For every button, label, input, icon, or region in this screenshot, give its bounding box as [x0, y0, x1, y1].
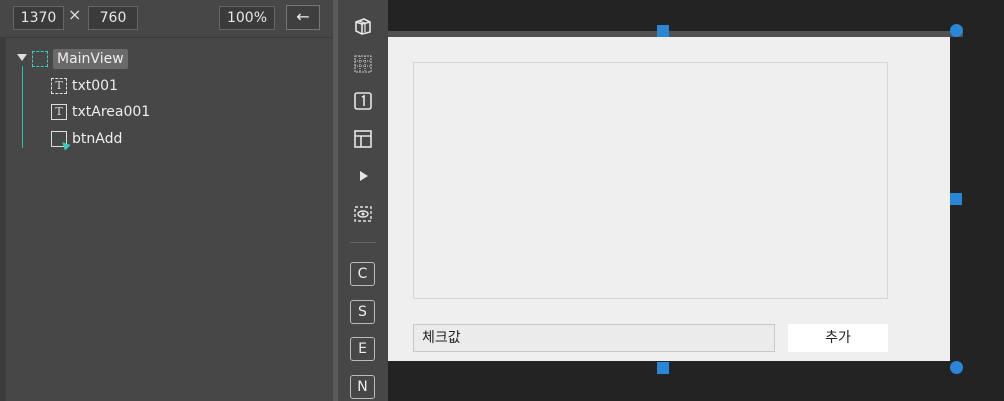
zoom-input[interactable]: 100%: [219, 6, 275, 30]
layers-icon[interactable]: [351, 14, 375, 38]
page-number-icon[interactable]: [351, 89, 375, 113]
tool-c-button[interactable]: C: [350, 262, 375, 286]
resize-handle-bottom[interactable]: [657, 362, 669, 374]
width-input[interactable]: 1370: [13, 6, 64, 30]
resize-handle-right[interactable]: [950, 193, 962, 205]
text-area[interactable]: [413, 62, 888, 299]
grid-icon[interactable]: [351, 52, 375, 76]
add-button[interactable]: 추가: [788, 324, 888, 352]
preview-icon[interactable]: [351, 202, 375, 226]
times-label: ×: [68, 5, 82, 24]
resize-handle-top[interactable]: [657, 25, 669, 37]
tool-e-button[interactable]: E: [350, 337, 375, 361]
tool-n-button[interactable]: N: [350, 375, 375, 399]
play-icon[interactable]: [351, 164, 375, 188]
view-icon: [32, 51, 48, 67]
tool-s-button[interactable]: S: [350, 300, 375, 324]
tree-item-txt001[interactable]: T txt001: [51, 73, 118, 99]
resize-handle-bottom-right[interactable]: [950, 361, 963, 374]
button-icon: [51, 131, 67, 147]
collapse-caret-icon[interactable]: [17, 54, 27, 61]
tree-item-label: txtArea001: [72, 104, 151, 120]
panel-edge: [0, 0, 6, 401]
text-field-icon: T: [51, 78, 67, 94]
tree-item-txtarea001[interactable]: T txtArea001: [51, 99, 150, 125]
height-input[interactable]: 760: [88, 6, 138, 30]
text-area-icon: T: [51, 104, 67, 120]
tree-item-label: txt001: [72, 78, 118, 94]
tree-guide-line: [22, 66, 23, 148]
tool-separator: [350, 242, 376, 243]
resize-handle-top-right[interactable]: [950, 24, 963, 37]
tree-item-btnadd[interactable]: btnAdd: [51, 126, 122, 152]
layout-icon[interactable]: [351, 127, 375, 151]
tool-column: C S E N: [338, 0, 388, 401]
tree-item-label: MainView: [53, 49, 128, 69]
back-button[interactable]: ←: [286, 5, 320, 30]
tree-item-label: btnAdd: [72, 131, 123, 147]
outline-panel: 1370 × 760 100% ← MainView T txt001 T tx…: [0, 0, 333, 401]
tree-item-mainview[interactable]: MainView: [32, 46, 128, 72]
check-value-input[interactable]: 체크값: [413, 324, 775, 352]
size-toolbar: 1370 × 760 100% ←: [0, 0, 333, 38]
